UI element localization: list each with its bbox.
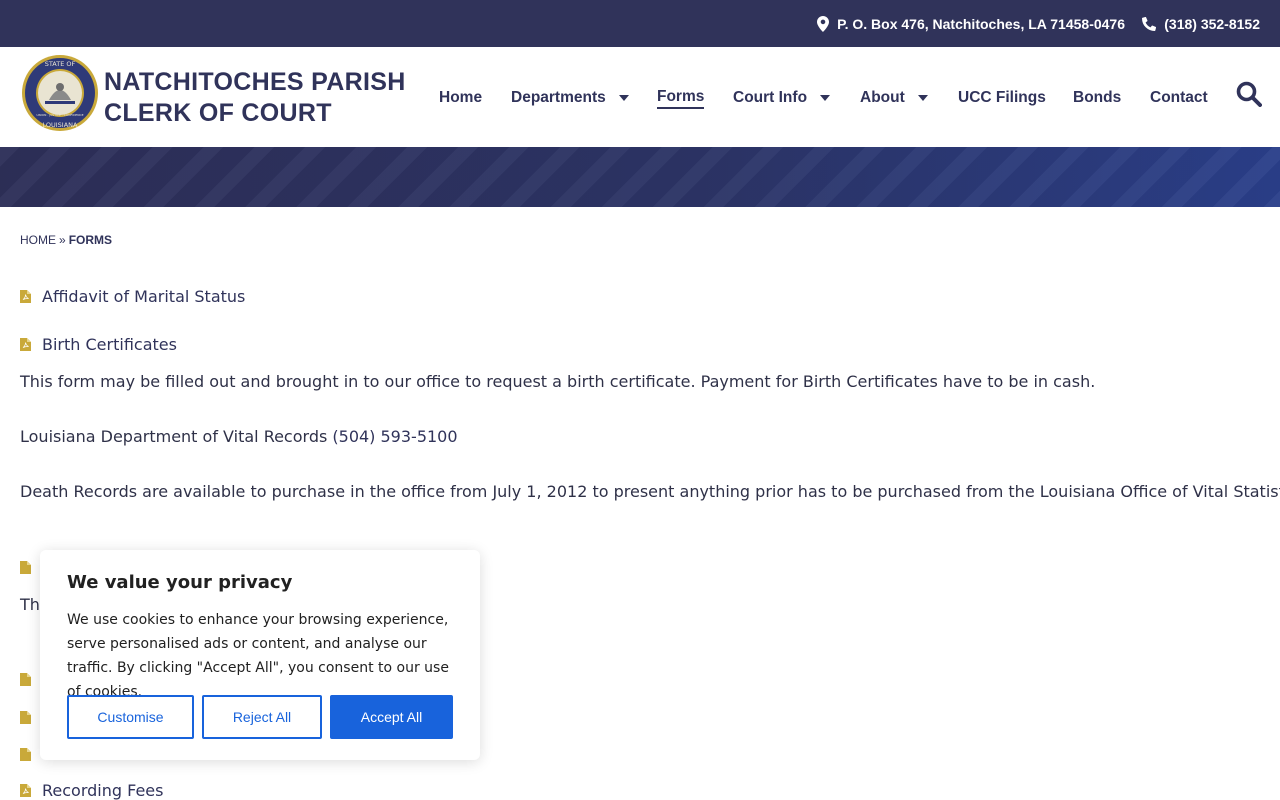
- form-link-affidavit[interactable]: Affidavit of Marital Status: [20, 287, 245, 306]
- site-title-line2: CLERK OF COURT: [104, 99, 332, 127]
- nav-forms[interactable]: Forms: [657, 87, 705, 109]
- death-records-note: Death Records are available to purchase …: [20, 482, 1280, 501]
- site-title[interactable]: NATCHITOCHES PARISH CLERK OF COURT: [104, 67, 406, 129]
- phone[interactable]: (318) 352-8152: [1142, 0, 1260, 47]
- nav-departments[interactable]: Departments: [511, 87, 629, 109]
- cookie-title: We value your privacy: [67, 572, 293, 593]
- accept-all-button[interactable]: Accept All: [330, 695, 453, 739]
- nav-ucc-filings-label: UCC Filings: [958, 89, 1046, 106]
- state-seal-logo[interactable]: STATE OF LOUISIANA UNION · JUSTICE · CON…: [21, 54, 99, 132]
- breadcrumb: HOME» FORMS: [20, 233, 112, 247]
- address-text: P. O. Box 476, Natchitoches, LA 71458-04…: [837, 15, 1125, 32]
- customise-button[interactable]: Customise: [67, 695, 194, 739]
- seal-motto: UNION · JUSTICE · CONFIDENCE: [36, 113, 83, 117]
- cookie-body: We use cookies to enhance your browsing …: [67, 612, 449, 700]
- form-link-label: Birth Certificates: [42, 335, 177, 354]
- nav-about[interactable]: About: [860, 87, 928, 109]
- cookie-consent-dialog: We value your privacy We use cookies to …: [40, 550, 480, 760]
- reject-all-button[interactable]: Reject All: [202, 695, 322, 739]
- top-bar: P. O. Box 476, Natchitoches, LA 71458-04…: [0, 0, 1280, 47]
- nav-about-label: About: [860, 89, 905, 106]
- nav-home-label: Home: [439, 89, 483, 106]
- nav-bonds-label: Bonds: [1073, 89, 1122, 106]
- nav-court-info[interactable]: Court Info: [733, 87, 831, 109]
- form-link-recording-fees[interactable]: Recording Fees: [20, 781, 163, 800]
- seal-text-top: STATE OF: [45, 60, 76, 68]
- form-link-label: Recording Fees: [42, 781, 164, 800]
- site-title-line1: NATCHITOCHES PARISH: [104, 68, 406, 96]
- nav-bonds[interactable]: Bonds: [1073, 87, 1121, 109]
- nav-court-info-label: Court Info: [733, 89, 808, 106]
- site-header: STATE OF LOUISIANA UNION · JUSTICE · CON…: [0, 47, 1280, 147]
- address[interactable]: P. O. Box 476, Natchitoches, LA 71458-04…: [817, 0, 1125, 47]
- birth-certificate-note: This form may be filled out and brought …: [20, 372, 1096, 391]
- pdf-file-icon: [20, 290, 31, 303]
- nav-departments-label: Departments: [511, 89, 606, 106]
- pdf-file-icon[interactable]: [20, 561, 31, 574]
- phone-icon: [1142, 16, 1157, 31]
- caret-down-icon: [917, 95, 928, 101]
- pdf-file-icon[interactable]: [20, 748, 31, 761]
- pdf-file-icon[interactable]: [20, 673, 31, 686]
- vital-records-label: Louisiana Department of Vital Records: [20, 427, 333, 446]
- nav-home[interactable]: Home: [439, 87, 482, 109]
- breadcrumb-current: FORMS: [68, 233, 113, 247]
- caret-down-icon: [820, 95, 831, 101]
- search-icon[interactable]: [1236, 81, 1262, 107]
- page-banner: [0, 147, 1280, 207]
- phone-text: (318) 352-8152: [1164, 15, 1260, 32]
- form-link-label: Affidavit of Marital Status: [42, 287, 246, 306]
- vital-records-phone-link[interactable]: (504) 593-5100: [332, 427, 457, 446]
- partial-paragraph: Th: [20, 595, 40, 614]
- breadcrumb-separator: »: [59, 233, 66, 247]
- pdf-file-icon: [20, 784, 31, 797]
- pdf-file-icon[interactable]: [20, 711, 31, 724]
- nav-contact-label: Contact: [1150, 89, 1208, 106]
- vital-records-line: Louisiana Department of Vital Records (5…: [20, 427, 458, 446]
- seal-text-bottom: LOUISIANA: [43, 121, 79, 129]
- nav-contact[interactable]: Contact: [1150, 87, 1208, 109]
- caret-down-icon: [618, 95, 629, 101]
- breadcrumb-home[interactable]: HOME: [20, 233, 56, 247]
- map-pin-icon: [817, 15, 830, 32]
- nav-forms-label: Forms: [657, 88, 705, 109]
- form-link-birth-certificates[interactable]: Birth Certificates: [20, 335, 177, 354]
- nav-ucc-filings[interactable]: UCC Filings: [958, 87, 1046, 109]
- pdf-file-icon: [20, 338, 31, 351]
